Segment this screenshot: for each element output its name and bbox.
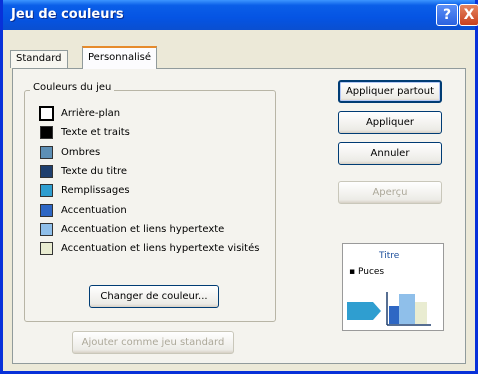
preview-graphic (347, 292, 431, 326)
close-icon[interactable]: X (459, 4, 478, 26)
color-item-accent[interactable]: Accentuation (40, 202, 127, 218)
scheme-preview: Titre ▪ Puces (342, 243, 444, 331)
color-item-label: Accentuation et liens hypertexte (61, 223, 225, 235)
change-color-button[interactable]: Changer de couleur... (89, 285, 219, 308)
color-item-label: Texte du titre (61, 165, 128, 177)
preview-button[interactable]: Aperçu (338, 181, 442, 204)
cancel-button[interactable]: Annuler (338, 142, 442, 165)
color-swatch (40, 183, 53, 197)
apply-button[interactable]: Appliquer (338, 111, 442, 134)
color-item-background[interactable]: Arrière-plan (39, 105, 121, 121)
preview-bar (415, 302, 427, 324)
tab-standard[interactable]: Standard (10, 50, 68, 68)
color-swatch (40, 145, 53, 159)
color-item-accent-followed-hyperlink[interactable]: Accentuation et liens hypertexte visités (40, 240, 259, 256)
color-swatch (40, 203, 53, 217)
color-item-label: Arrière-plan (61, 107, 121, 119)
color-swatch (40, 125, 53, 139)
color-item-label: Accentuation et liens hypertexte visités (61, 242, 260, 254)
color-item-text-lines[interactable]: Texte et traits (40, 124, 130, 140)
color-item-label: Ombres (61, 146, 101, 158)
tab-personnalise[interactable]: Personnalisé (82, 46, 157, 69)
color-swatch (39, 105, 54, 121)
color-item-fills[interactable]: Remplissages (40, 182, 130, 198)
preview-bar (399, 294, 415, 324)
apply-all-button[interactable]: Appliquer partout (338, 80, 442, 103)
color-swatch (40, 222, 53, 236)
color-swatch (40, 164, 53, 178)
color-item-accent-hyperlink[interactable]: Accentuation et liens hypertexte (40, 221, 224, 237)
color-swatch (40, 241, 53, 255)
color-item-label: Texte et traits (61, 126, 130, 138)
title-bar[interactable]: Jeu de couleurs ? X (3, 0, 478, 30)
color-item-label: Remplissages (61, 184, 130, 196)
color-item-shadows[interactable]: Ombres (40, 144, 100, 160)
preview-bar (389, 306, 399, 324)
preview-arrow-shape (347, 302, 381, 320)
help-icon[interactable]: ? (436, 4, 458, 26)
scheme-colors-label: Couleurs du jeu (30, 82, 115, 93)
window-title: Jeu de couleurs (11, 7, 124, 22)
add-as-standard-button[interactable]: Ajouter comme jeu standard (72, 331, 234, 354)
color-item-label: Accentuation (61, 204, 127, 216)
color-item-title-text[interactable]: Texte du titre (40, 163, 127, 179)
tab-strip: Standard Personnalisé (10, 46, 170, 69)
